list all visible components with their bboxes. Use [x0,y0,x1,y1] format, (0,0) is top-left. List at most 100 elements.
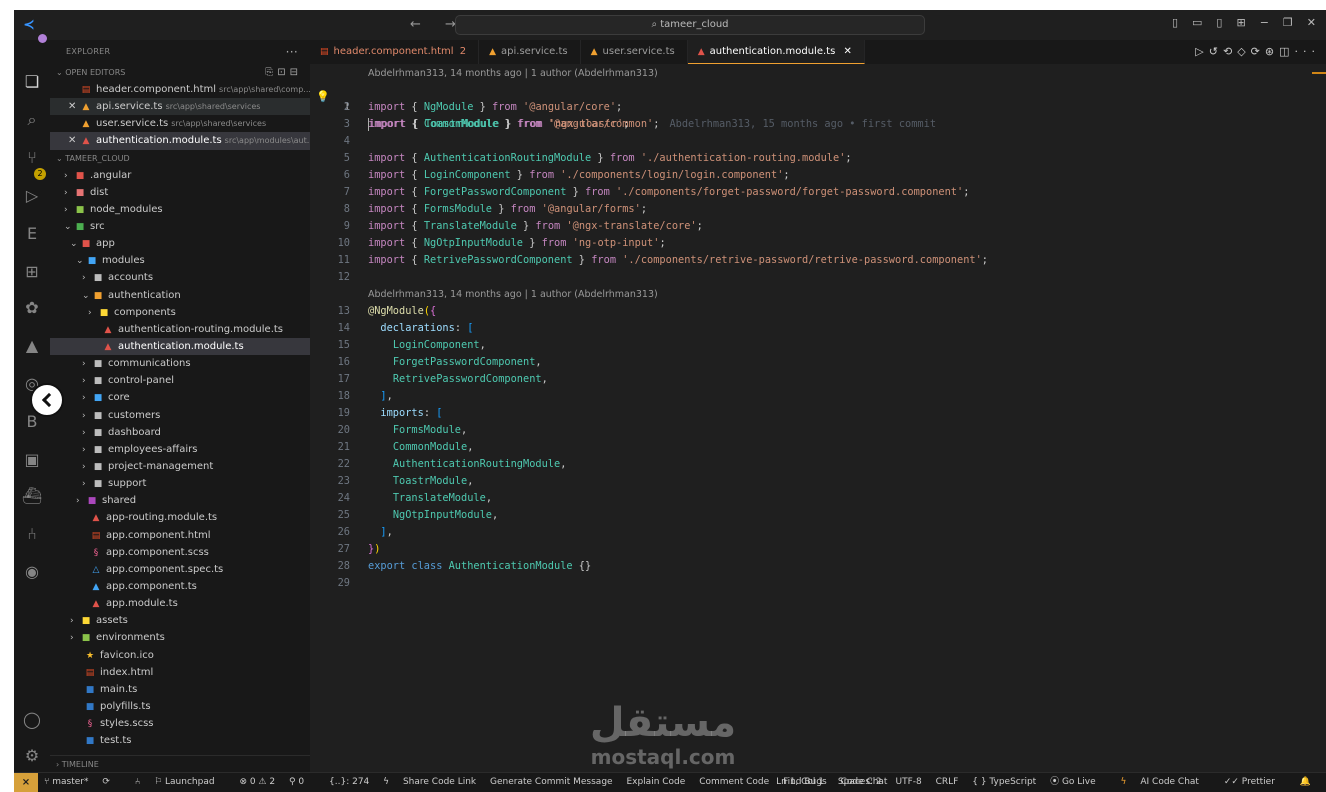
more-actions-icon[interactable]: ··· [1295,45,1321,58]
tree-folder[interactable]: › ■ assets [50,612,310,629]
tree-file[interactable]: ▲ app.component.ts [50,578,310,595]
code-editor[interactable]: 💡 Abdelrhman313, 14 months ago | 1 autho… [310,64,1326,772]
back-button[interactable] [30,383,64,417]
project-header[interactable]: ⌄ TAMEER_CLOUD [50,150,310,167]
tree-file[interactable]: ▤ index.html [50,664,310,681]
restore-icon[interactable]: ❐ [1283,16,1293,29]
tree-file[interactable]: ▲ authentication-routing.module.ts [50,321,310,338]
sync-icon[interactable]: ⟳ [102,777,110,787]
tree-folder[interactable]: › ■ components [50,304,310,321]
tree-file[interactable]: ▲ app.module.ts [50,595,310,612]
angular-icon[interactable]: ▲ [20,334,44,358]
ai-code-chat[interactable]: ϟ AI Code Chat [1121,777,1210,787]
tree-file[interactable]: ■ polyfills.ts [50,698,310,715]
chatgpt-icon[interactable]: ✿ [20,296,44,320]
tree-folder[interactable]: › ■ shared [50,492,310,509]
tree-folder[interactable]: › ■ dist [50,184,310,201]
line-ending[interactable]: CRLF [936,777,959,787]
tree-file[interactable]: ■ main.ts [50,681,310,698]
minimize-icon[interactable]: − [1260,16,1269,29]
open-editors-header[interactable]: ⌄ OPEN EDITORS ⎘⊡⊟ [50,64,310,81]
selection-status[interactable]: {..}: 274 [329,777,369,787]
tree-folder[interactable]: › ■ accounts [50,269,310,286]
indentation[interactable]: Spaces: 2 [838,777,882,787]
codelens-blame[interactable]: Abdelrhman313, 14 months ago | 1 author … [368,287,658,302]
tab-header-component[interactable]: ▤ header.component.html 2 [310,40,480,64]
tree-file[interactable]: § styles.scss [50,715,310,732]
gitlens-icon[interactable]: ◉ [20,560,44,584]
account-icon[interactable]: ◯ [20,708,44,732]
open-editors-tools[interactable]: ⎘⊡⊟ [265,64,302,81]
launchpad-status[interactable]: ⚐ Launchpad [154,777,225,787]
notifications-bell-icon[interactable]: 🔔 [1300,777,1311,787]
run-icon[interactable]: ▷ [1195,45,1208,58]
elastic-icon[interactable]: Ε [20,222,44,246]
codelens-blame[interactable]: Abdelrhman313, 14 months ago | 1 author … [368,66,658,81]
more-actions-icon[interactable]: ··· [286,40,298,64]
tree-file[interactable]: ▲ app-routing.module.ts [50,509,310,526]
previous-change-icon[interactable]: ⟲ [1223,45,1237,58]
tree-file-active[interactable]: ▲ authentication.module.ts [50,337,310,356]
settings-gear-icon[interactable]: ⚙ [20,744,44,768]
close-icon[interactable]: ✕ [68,132,80,149]
tab-user-service[interactable]: ▲ user.service.ts [581,40,688,64]
tree-folder[interactable]: ⌄ ■ modules [50,252,310,269]
tree-folder[interactable]: › ■ communications [50,355,310,372]
branch-status[interactable]: ⑂ master* ⟳ [44,777,121,787]
encoding[interactable]: UTF-8 [896,777,922,787]
tree-folder[interactable]: › ■ .angular [50,167,310,184]
compare-icon[interactable]: ◇ [1237,45,1250,58]
tree-folder[interactable]: › ■ employees-affairs [50,441,310,458]
explain-code[interactable]: Explain Code [626,777,685,787]
git-graph-icon[interactable]: ⑃ [20,522,44,546]
tree-folder[interactable]: › ■ customers [50,407,310,424]
next-change-icon[interactable]: ⟳ [1251,45,1265,58]
timeline-header[interactable]: › TIMELINE [50,755,310,772]
tree-folder[interactable]: ⌄ ■ src [50,218,310,235]
language-mode[interactable]: { } TypeScript [972,777,1036,787]
tree-folder[interactable]: › ■ environments [50,629,310,646]
source-control-icon[interactable]: ⑂ [20,146,44,170]
open-editor-item[interactable]: ▤ header.component.html src\app\shared\com… [50,81,311,98]
remote-indicator-icon[interactable]: ⨯ [14,773,38,792]
tree-folder[interactable]: › ■ support [50,475,310,492]
timeline-icon[interactable]: ↺ [1209,45,1223,58]
close-window-icon[interactable]: ✕ [1307,16,1316,29]
tree-file[interactable]: ▤ app.component.html [50,527,310,544]
run-debug-icon[interactable]: ▷ [20,184,44,208]
toggle-secondary-sidebar-icon[interactable]: ▯ [1216,16,1222,29]
tree-file[interactable]: ■ test.ts [50,732,310,749]
tree-file[interactable]: ★ favicon.ico [50,647,310,664]
tab-authentication-module[interactable]: ▲ authentication.module.ts ✕ [687,40,865,64]
tree-folder[interactable]: ⌄ ■ app [50,235,310,252]
explorer-icon[interactable]: ❏ [20,70,44,94]
close-icon[interactable]: ✕ [68,98,80,115]
tree-folder[interactable]: › ■ dashboard [50,424,310,441]
search-icon[interactable]: ⌕ [20,108,44,132]
layout-icon[interactable]: ⊞ [1236,16,1245,29]
generate-commit-message[interactable]: Generate Commit Message [490,777,613,787]
extensions-icon[interactable]: ⊞ [20,260,44,284]
open-editor-item[interactable]: ▲ user.service.ts src\app\shared\services [50,115,310,132]
tab-api-service[interactable]: ▲ api.service.ts [479,40,581,64]
problems-status[interactable]: ⊗ 0 ⚠ 2 [239,777,275,787]
close-tab-icon[interactable]: ✕ [844,46,852,57]
tree-file[interactable]: △ app.component.spec.ts [50,561,310,578]
split-editor-icon[interactable]: ◫ [1279,45,1294,58]
tree-folder[interactable]: › ■ control-panel [50,372,310,389]
prettier-status[interactable]: ✓✓ Prettier [1224,777,1286,787]
lightning-icon[interactable]: ϟ [383,777,389,787]
tree-folder[interactable]: › ■ core [50,389,310,406]
ports-status[interactable]: ⚲ 0 [289,777,315,787]
tree-folder[interactable]: ⌄ ■ authentication [50,287,310,304]
comment-code[interactable]: Comment Code [699,777,769,787]
cursor-position[interactable]: Ln 1, Col 1 [776,777,824,787]
docker-icon[interactable]: ⛴ [20,484,44,508]
go-live[interactable]: ⦿ Go Live [1050,777,1107,787]
open-changes-icon[interactable]: ⊛ [1265,45,1279,58]
git-graph-status-icon[interactable]: ⑃ [135,777,140,787]
open-editor-item[interactable]: ✕ ▲ api.service.ts src\app\shared\services [50,98,310,116]
video-icon[interactable]: ▣ [20,448,44,472]
command-center-search[interactable]: ⌕ tameer_cloud [455,15,925,35]
toggle-sidebar-icon[interactable]: ▯ [1172,16,1178,29]
